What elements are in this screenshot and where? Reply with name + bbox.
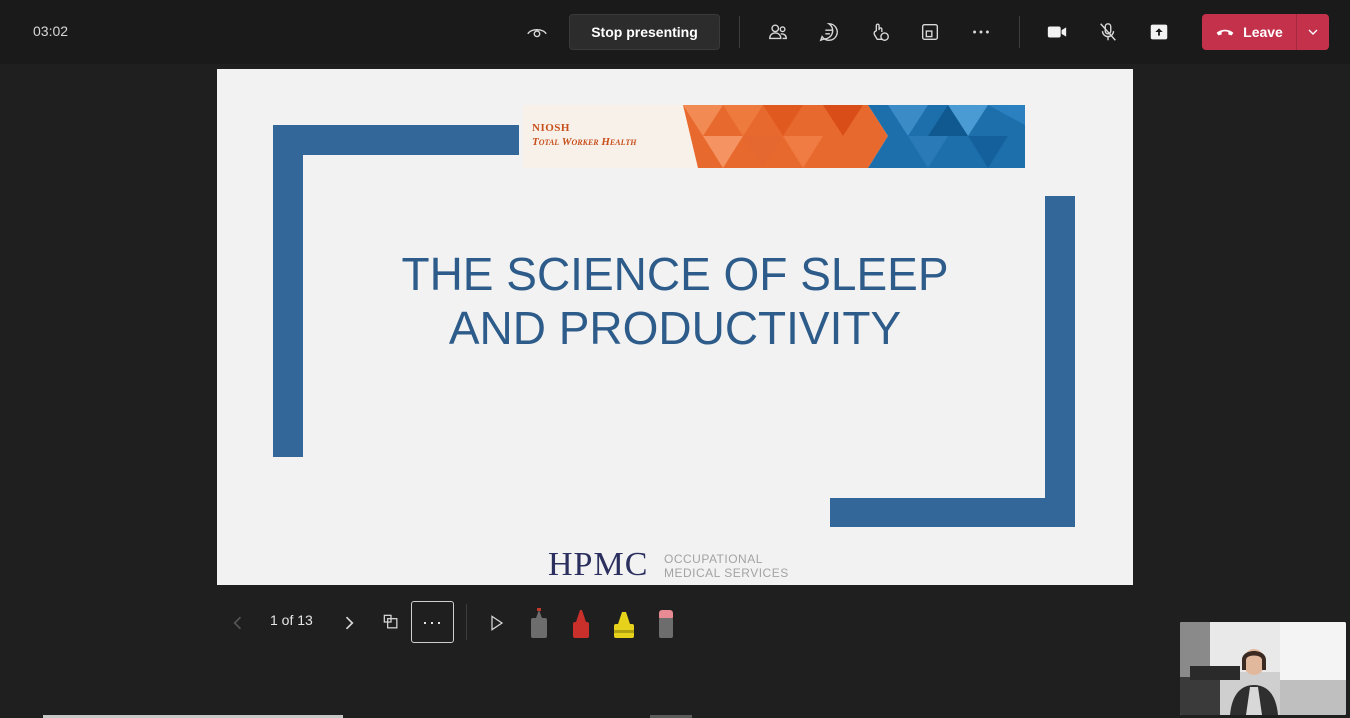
slide-frame-top [273, 125, 519, 155]
eye-icon[interactable] [521, 16, 553, 48]
rooms-icon[interactable] [914, 16, 946, 48]
prev-slide-icon[interactable] [227, 612, 249, 634]
reactions-icon[interactable] [864, 16, 896, 48]
highlighter-icon[interactable] [611, 606, 637, 640]
self-video-preview[interactable] [1180, 622, 1346, 715]
chat-icon[interactable] [813, 16, 845, 48]
eraser-icon[interactable] [654, 606, 678, 640]
participant-video-icon [1180, 622, 1346, 715]
share-icon[interactable] [1143, 16, 1175, 48]
pointer-icon[interactable] [485, 611, 509, 635]
stop-presenting-button[interactable]: Stop presenting [569, 14, 720, 50]
slide-more-button[interactable]: ··· [411, 601, 454, 643]
banner-program: Total Worker Health [532, 136, 637, 148]
hpmc-subtitle: OCCUPATIONAL MEDICAL SERVICES [664, 552, 814, 580]
more-icon[interactable] [965, 16, 997, 48]
meeting-timer: 03:02 [33, 23, 69, 39]
camera-icon[interactable] [1041, 16, 1073, 48]
red-pen-icon[interactable] [569, 606, 593, 640]
hpmc-sub-line2: MEDICAL SERVICES [664, 566, 789, 580]
slide-frame-bottom [830, 498, 1075, 527]
slides-grid-icon[interactable] [379, 610, 403, 634]
hpmc-sub-line1: OCCUPATIONAL [664, 552, 763, 566]
toolbar-divider [1019, 16, 1020, 48]
pen-icon[interactable] [527, 606, 551, 640]
slide-frame-left [273, 125, 303, 457]
slide-title: THE SCIENCE OF SLEEP AND PRODUCTIVITY [337, 247, 1013, 355]
slide-title-line1: THE SCIENCE OF SLEEP [401, 248, 949, 300]
next-slide-icon[interactable] [338, 612, 360, 634]
people-icon[interactable] [762, 16, 794, 48]
toolbar-divider [739, 16, 740, 48]
chevron-down-icon[interactable] [1297, 14, 1329, 50]
controls-divider [466, 604, 467, 640]
niosh-banner: NIOSH Total Worker Health [523, 105, 1025, 168]
presentation-slide: NIOSH Total Worker Health THE SCIENCE OF… [217, 69, 1133, 585]
hpmc-logo: HPMC [548, 546, 649, 583]
banner-org: NIOSH [532, 122, 570, 134]
slide-title-line2: AND PRODUCTIVITY [448, 302, 902, 354]
leave-label: Leave [1243, 24, 1283, 40]
page-indicator: 1 of 13 [270, 612, 313, 628]
mic-off-icon[interactable] [1092, 16, 1124, 48]
leave-button[interactable]: Leave [1202, 14, 1329, 50]
phone-icon [1216, 29, 1234, 36]
slide-frame-right [1045, 196, 1075, 527]
leave-main-button[interactable]: Leave [1202, 14, 1296, 50]
meeting-toolbar: 03:02 Stop presenting Leave [0, 0, 1350, 64]
